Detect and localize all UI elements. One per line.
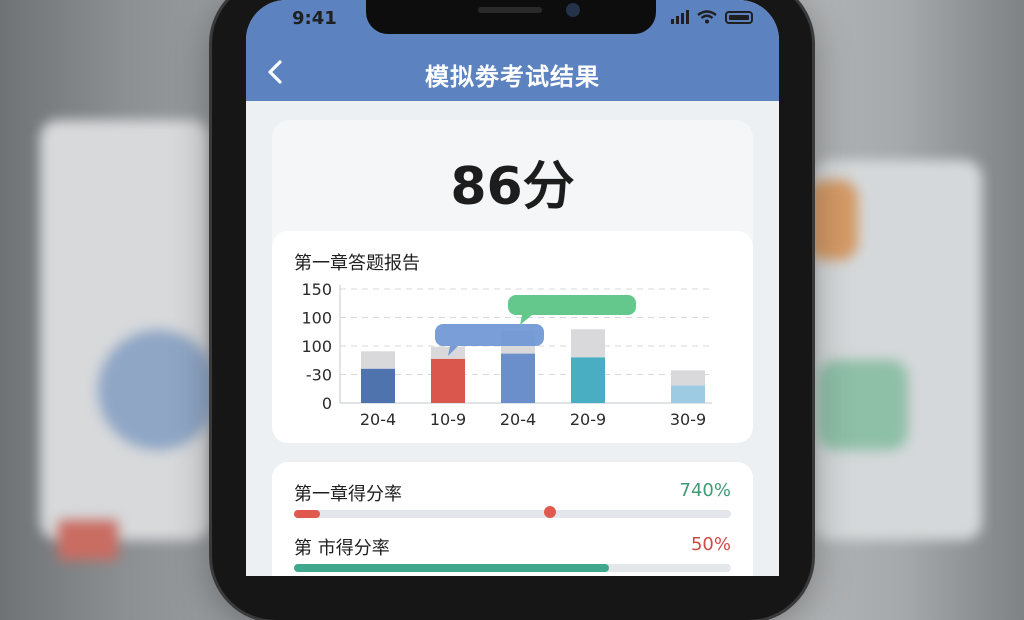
background-appliance-window	[98, 330, 218, 450]
battery-icon	[725, 10, 753, 24]
page-title: 模拟劵考试结果	[425, 63, 600, 91]
x-tick-label: 30-9	[670, 410, 706, 429]
bar-segment-secondary	[431, 346, 465, 359]
rate-progress-fill	[294, 564, 609, 572]
background-green-object	[818, 360, 908, 450]
app-header: 9:41 模拟劵考试结果	[246, 0, 779, 101]
rate-row-chapter-2: 第 市得分率 50%	[294, 534, 731, 574]
rate-value: 740%	[679, 480, 731, 501]
status-icons	[671, 10, 753, 24]
bar-segment-primary	[671, 385, 705, 403]
y-tick-label: -30	[306, 366, 332, 385]
front-camera	[566, 3, 580, 17]
rate-value: 50%	[690, 534, 731, 555]
chapter-bar-chart: 150 100 100 -30 0 20-4 10-9 20-4 20-9 30-9	[301, 280, 712, 429]
score-value: 86分	[450, 157, 575, 217]
rate-slider-knob[interactable]	[543, 506, 556, 518]
background-orange-object	[808, 180, 858, 260]
wifi-icon	[697, 10, 717, 24]
rate-progress-track	[294, 506, 731, 518]
speaker-grill	[478, 7, 542, 13]
bar-segment-secondary	[361, 351, 395, 369]
x-tick-label: 20-4	[500, 410, 536, 429]
bar-segment-secondary	[571, 329, 605, 358]
rate-label: 第 市得分率	[294, 538, 390, 559]
y-tick-label: 100	[301, 309, 332, 328]
x-tick-label: 20-9	[570, 410, 606, 429]
bar-segment-primary	[571, 357, 605, 403]
signal-icon	[671, 10, 689, 24]
bar-segment-primary	[361, 368, 395, 403]
bar-segment-primary	[431, 358, 465, 403]
y-tick-label: 100	[301, 337, 332, 356]
rate-row-chapter-1: 第一章得分率 740%	[294, 480, 731, 520]
phone-screen: 9:41 模拟劵考试结果 86分 第一章答题报告 150 100 100 -30 0 20…	[246, 0, 779, 576]
rate-progress-fill	[294, 510, 321, 518]
chapter-report-card: 第一章答题报告 150 100 100 -30 0 20-4 10-9 20-4 20-9 30-…	[272, 231, 753, 443]
chart-callout-bubble	[508, 295, 636, 325]
bar-segment-secondary	[671, 370, 705, 386]
status-time: 9:41	[292, 8, 337, 29]
rate-progress-track	[294, 564, 731, 572]
background-appliance-left	[40, 120, 210, 540]
x-tick-label: 10-9	[430, 410, 466, 429]
x-tick-label: 20-4	[360, 410, 396, 429]
y-tick-label: 0	[322, 394, 332, 413]
score-rate-card: 第一章得分率 740% 第 市得分率 50%	[272, 462, 753, 576]
background-red-sign	[58, 520, 118, 560]
rate-label: 第一章得分率	[294, 484, 402, 505]
bar-segment-primary	[501, 353, 535, 403]
phone-notch	[366, 0, 656, 34]
y-tick-label: 150	[301, 280, 332, 299]
